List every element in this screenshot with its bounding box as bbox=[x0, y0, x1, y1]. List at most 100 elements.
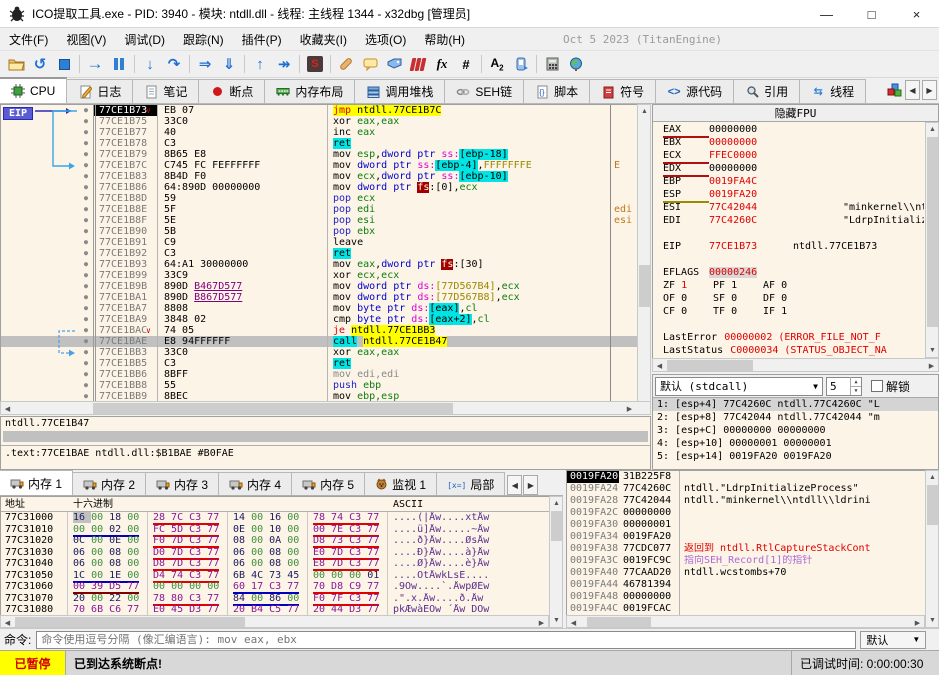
breakpoint-dot[interactable]: ● bbox=[79, 138, 93, 149]
tab-script[interactable]: {} 脚本 bbox=[523, 79, 591, 103]
memory-dump-view[interactable]: 地址 十六进制 ASCII 77C31000 16 00 18 00 28 7C C… bbox=[0, 496, 563, 628]
flags-row[interactable]: OF 0 SF 0 DF 0 bbox=[653, 292, 924, 305]
close-button[interactable]: × bbox=[894, 0, 939, 28]
register-row[interactable]: EBP 0019FA4C bbox=[653, 175, 924, 188]
breakpoint-dot[interactable]: ● bbox=[79, 259, 93, 270]
comment-icon[interactable] bbox=[358, 53, 382, 75]
dump-tab-scroll-right-icon[interactable]: ▶ bbox=[523, 475, 539, 495]
disasm-row[interactable]: ● 77CE1B90 5B pop ebx bbox=[1, 226, 650, 237]
restart-icon[interactable]: ↺ bbox=[28, 53, 52, 75]
dump-tab-6[interactable]: 监视 1 bbox=[364, 472, 438, 495]
menu-item-文件F[interactable]: 文件(F) bbox=[0, 28, 57, 51]
disasm-row[interactable]: ● 77CE1BB5 C3 ret bbox=[1, 358, 650, 369]
flag-df[interactable]: DF 0 bbox=[763, 292, 813, 305]
tab-threads[interactable]: ⇆ 线程 bbox=[799, 79, 867, 103]
tab-log[interactable]: 日志 bbox=[66, 79, 134, 103]
register-row[interactable]: LastStatus C0000034 (STATUS_OBJECT_NA bbox=[653, 344, 924, 357]
breakpoint-dot[interactable]: ● bbox=[79, 149, 93, 160]
breakpoint-list-icon[interactable] bbox=[406, 53, 430, 75]
breakpoint-dot[interactable]: ● bbox=[79, 281, 93, 292]
menu-item-跟踪N[interactable]: 跟踪(N) bbox=[174, 28, 233, 51]
breakpoint-dot[interactable]: ● bbox=[79, 336, 93, 347]
tab-cpu[interactable]: CPU bbox=[0, 77, 68, 103]
dump-row[interactable]: 77C31080 70 6B C6 77 E0 45 D3 77 20 B4 C5 7… bbox=[1, 604, 562, 617]
trace-over-icon[interactable]: ⇓ bbox=[217, 53, 241, 75]
run-icon[interactable]: → bbox=[83, 53, 107, 75]
stack-view[interactable]: 0019FA20 31B225F8 0019FA24 77C4260C ntdll."L… bbox=[566, 470, 939, 628]
breakpoint-dot[interactable]: ● bbox=[79, 160, 93, 171]
info-selected-line[interactable] bbox=[3, 431, 648, 442]
dump-row[interactable]: 77C31000 16 00 18 00 28 7C C3 77 14 00 16 0… bbox=[1, 512, 562, 525]
disasm-row[interactable]: ● 77CE1B91 C9 leave bbox=[1, 237, 650, 248]
stack-row[interactable]: 0019FA2C 00000000 bbox=[567, 507, 938, 519]
argument-row[interactable]: 2: [esp+8] 77C42044 ntdll.77C42044 "m bbox=[653, 411, 938, 424]
disasm-row[interactable]: ● 77CE1B8E 5F pop edi edi bbox=[1, 204, 650, 215]
hide-fpu-button[interactable]: 隐藏FPU bbox=[653, 105, 938, 122]
disasm-row[interactable]: ● 77CE1B92 C3 ret bbox=[1, 248, 650, 259]
flag-pf[interactable]: PF 1 bbox=[713, 279, 763, 292]
execute-till-return-icon[interactable]: ↑ bbox=[248, 53, 272, 75]
flag-zf[interactable]: ZF 1 bbox=[663, 279, 713, 292]
dump-tab-scroll[interactable]: ◀ ▶ bbox=[507, 475, 539, 495]
stop-icon[interactable] bbox=[52, 53, 76, 75]
dump-tab-scroll-left-icon[interactable]: ◀ bbox=[507, 475, 523, 495]
breakpoint-dot[interactable]: ● bbox=[79, 193, 93, 204]
breakpoint-dot[interactable]: ● bbox=[79, 347, 93, 358]
label-icon[interactable] bbox=[382, 53, 406, 75]
registers-hscrollbar[interactable]: ◀ ▶ bbox=[652, 358, 939, 372]
stack-row[interactable]: 0019FA30 00000001 bbox=[567, 519, 938, 531]
trace-into-icon[interactable]: ⇒ bbox=[193, 53, 217, 75]
disasm-vscrollbar[interactable]: ▲▼ bbox=[637, 104, 651, 415]
breakpoint-dot[interactable]: ● bbox=[79, 270, 93, 281]
disasm-row[interactable]: ● 77CE1BA9 3848 02 cmp byte ptr ds:[eax+2],… bbox=[1, 314, 650, 325]
disasm-row[interactable]: ● 77CE1B7C C745 FC FEFFFFFF mov dword ptr s… bbox=[1, 160, 650, 171]
menu-item-视图V[interactable]: 视图(V) bbox=[57, 28, 115, 51]
open-folder-icon[interactable] bbox=[4, 53, 28, 75]
dump-tab-4[interactable]: 内存 4 bbox=[218, 472, 293, 495]
spin-down-icon[interactable]: ▼ bbox=[851, 386, 861, 395]
flag-of[interactable]: OF 0 bbox=[663, 292, 713, 305]
pause-icon[interactable] bbox=[107, 53, 131, 75]
disasm-row[interactable]: ● 77CE1B99 33C9 xor ecx,ecx bbox=[1, 270, 650, 281]
stack-row[interactable]: 0019FA4C 0019FCAC bbox=[567, 603, 938, 615]
command-profile-select[interactable]: 默认 ▼ bbox=[860, 630, 927, 649]
disasm-row[interactable]: ● 77CE1B93 64:A1 30000000 mov eax,dword ptr… bbox=[1, 259, 650, 270]
breakpoint-dot[interactable]: ● bbox=[79, 226, 93, 237]
argument-row[interactable]: 3: [esp+C] 00000000 00000000 bbox=[653, 424, 938, 437]
disasm-row[interactable]: ● 77CE1BB6 8BFF mov edi,edi bbox=[1, 369, 650, 380]
breakpoint-dot[interactable]: ● bbox=[79, 204, 93, 215]
tab-references[interactable]: 引用 bbox=[733, 79, 801, 103]
disasm-row[interactable]: ● 77CE1BA7 8808 mov byte ptr ds:[eax],cl bbox=[1, 303, 650, 314]
breakpoint-dot[interactable]: ● bbox=[79, 171, 93, 182]
tab-call-stack[interactable]: 调用堆栈 bbox=[354, 79, 446, 103]
globe-icon[interactable] bbox=[564, 53, 588, 75]
breakpoint-dot[interactable]: ● bbox=[79, 303, 93, 314]
dump-row[interactable]: 77C31040 06 00 08 00 D8 7D C3 77 06 00 08 0… bbox=[1, 558, 562, 571]
menu-item-收藏夹I[interactable]: 收藏夹(I) bbox=[291, 28, 356, 51]
dump-tab-3[interactable]: 内存 3 bbox=[145, 472, 220, 495]
stack-row[interactable]: 0019FA34 0019FA20 bbox=[567, 531, 938, 543]
stack-row[interactable]: 0019FA48 00000000 bbox=[567, 591, 938, 603]
disasm-row[interactable]: ● 77CE1B77 40 inc eax bbox=[1, 127, 650, 138]
tab-scroll-right-icon[interactable]: ▶ bbox=[922, 80, 937, 100]
registers-vscrollbar[interactable]: ▲ ▼ bbox=[925, 122, 939, 358]
breakpoint-dot[interactable]: ● bbox=[79, 369, 93, 380]
breakpoint-dot[interactable]: ● bbox=[79, 116, 93, 127]
breakpoint-dot[interactable]: ● bbox=[79, 237, 93, 248]
disasm-row[interactable]: ● 77CE1BB8 55 push ebp bbox=[1, 380, 650, 391]
stack-row[interactable]: 0019FA24 77C4260C ntdll."LdrpInitializePro… bbox=[567, 483, 938, 495]
register-row[interactable]: LastError 00000002 (ERROR_FILE_NOT_F bbox=[653, 331, 924, 344]
dump-row[interactable]: 77C31060 00 39 D5 77 00 00 00 00 60 17 C3 7… bbox=[1, 581, 562, 594]
info-box[interactable]: ntdll.77CE1B47 .text:77CE1BAE ntdll.dll:… bbox=[0, 416, 651, 470]
disasm-hscrollbar[interactable]: ◀ ▶ bbox=[0, 401, 651, 415]
dump-tab-1[interactable]: 内存 1 bbox=[0, 470, 74, 495]
breakpoint-dot[interactable]: ● bbox=[79, 127, 93, 138]
register-row[interactable]: ESP 0019FA20 bbox=[653, 188, 924, 203]
dump-tab-7[interactable]: [x=] 局部 bbox=[436, 472, 506, 495]
flag-sf[interactable]: SF 0 bbox=[713, 292, 763, 305]
disasm-row[interactable]: ● 77CE1B75 33C0 xor eax,eax bbox=[1, 116, 650, 127]
register-row[interactable]: ESI 77C42044 "minkernel\\ntdll\ bbox=[653, 201, 924, 214]
tab-symbols[interactable]: 符号 bbox=[589, 79, 657, 103]
unlock-checkbox[interactable] bbox=[871, 380, 883, 392]
modules-icon[interactable] bbox=[509, 53, 533, 75]
